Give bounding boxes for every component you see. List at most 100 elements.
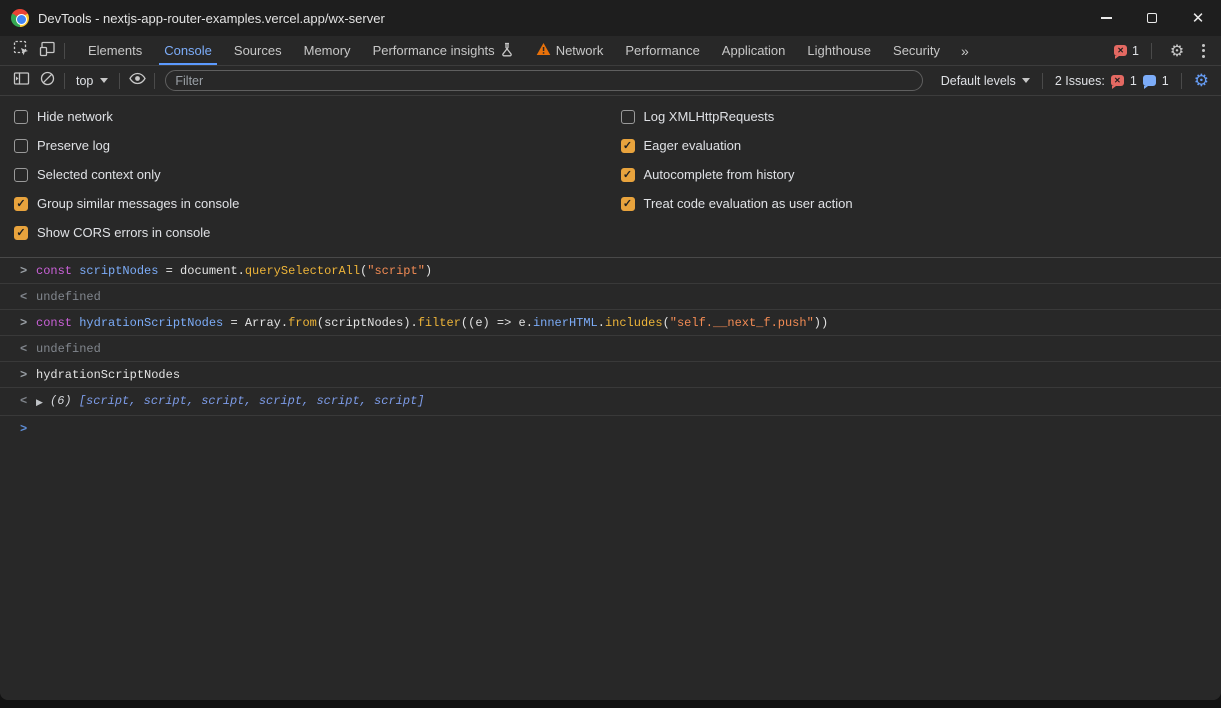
console-command: const hydrationScriptNodes = Array.from(… <box>36 315 828 331</box>
javascript-context-selector[interactable]: top <box>69 74 115 88</box>
setting-label: Autocomplete from history <box>644 167 795 182</box>
input-chevron-icon: > <box>20 263 36 279</box>
setting-label: Preserve log <box>37 138 110 153</box>
setting-selected-context-only[interactable]: Selected context only <box>14 160 611 189</box>
divider <box>119 73 120 89</box>
checkbox-unchecked-icon[interactable] <box>14 139 28 153</box>
tab-elements[interactable]: Elements <box>77 36 153 65</box>
setting-show-cors-errors-in-console[interactable]: ✓Show CORS errors in console <box>14 218 611 247</box>
console-input-row: >hydrationScriptNodes <box>0 362 1221 388</box>
console-toolbar: top Default levels 2 Issues: ✕ 1 1 ⚙ <box>0 66 1221 96</box>
console-input-row: >const scriptNodes = document.querySelec… <box>0 258 1221 284</box>
result-arrow-icon: < <box>20 393 36 409</box>
device-toolbar-icon <box>39 40 56 62</box>
console-settings-button[interactable]: ⚙ <box>1186 71 1213 91</box>
input-chevron-icon: > <box>20 315 36 331</box>
console-messages[interactable]: >const scriptNodes = document.querySelec… <box>0 258 1221 700</box>
settings-column-right: Log XMLHttpRequests ✓ Eager evaluation ✓ Aut… <box>611 102 1221 247</box>
checkbox-checked-icon[interactable]: ✓ <box>14 226 28 240</box>
setting-label: Treat code evaluation as user action <box>644 196 853 211</box>
filter-input[interactable] <box>165 70 922 91</box>
tab-label: Sources <box>234 43 282 58</box>
settings-column-left: Hide network Preserve log Selected context… <box>0 102 611 247</box>
tab-performance[interactable]: Performance <box>614 36 710 65</box>
clear-console-icon <box>39 70 56 92</box>
levels-label: Default levels <box>941 74 1016 88</box>
setting-label: Selected context only <box>37 167 161 182</box>
divider <box>154 73 155 89</box>
issues-error-count: 1 <box>1130 74 1137 88</box>
checkbox-checked-icon[interactable]: ✓ <box>621 139 635 153</box>
window-title: DevTools - nextjs-app-router-examples.ve… <box>38 11 385 26</box>
customize-devtools-button[interactable] <box>1198 44 1215 58</box>
console-sidebar-toggle-button[interactable] <box>8 68 34 94</box>
checkbox-unchecked-icon[interactable] <box>621 110 635 124</box>
console-prompt-row[interactable]: > <box>0 416 1221 441</box>
panel-tabs: Elements Console Sources Memory Performance … <box>77 36 951 65</box>
console-result-expandable-row: <▶(6) [script, script, script, script, s… <box>0 388 1221 416</box>
issues-message-count: 1 <box>1162 74 1169 88</box>
maximize-button[interactable] <box>1129 0 1175 36</box>
tab-network[interactable]: Network <box>525 36 615 65</box>
tab-label: Lighthouse <box>807 43 871 58</box>
checkbox-unchecked-icon[interactable] <box>14 168 28 182</box>
setting-log-xmlhttprequests[interactable]: Log XMLHttpRequests <box>621 102 1221 131</box>
clear-console-button[interactable] <box>34 68 60 94</box>
gear-icon: ⚙ <box>1170 43 1184 59</box>
console-settings-panel: Hide network Preserve log Selected context… <box>0 96 1221 258</box>
settings-button[interactable]: ⚙ <box>1164 38 1190 64</box>
issues-summary[interactable]: 2 Issues: ✕ 1 1 <box>1047 74 1177 88</box>
tab-label: Memory <box>304 43 351 58</box>
setting-label: Hide network <box>37 109 113 124</box>
panel-tabbar: Elements Console Sources Memory Performance … <box>0 36 1221 66</box>
sidebar-panel-icon <box>13 70 30 92</box>
tab-label: Application <box>722 43 786 58</box>
tab-console[interactable]: Console <box>153 36 223 65</box>
tab-label: Elements <box>88 43 142 58</box>
result-arrow-icon: < <box>20 289 36 305</box>
device-toolbar-button[interactable] <box>34 38 60 64</box>
setting-group-similar-messages-in-console[interactable]: ✓ Group similar messages in console <box>14 189 611 218</box>
tab-lighthouse[interactable]: Lighthouse <box>796 36 882 65</box>
create-live-expression-button[interactable] <box>124 68 150 94</box>
chrome-logo-icon <box>11 9 29 27</box>
setting-autocomplete-from-history[interactable]: ✓ Autocomplete from history <box>621 160 1221 189</box>
setting-preserve-log[interactable]: Preserve log <box>14 131 611 160</box>
tab-sources[interactable]: Sources <box>223 36 293 65</box>
inspect-cursor-icon <box>13 40 30 62</box>
tab-label: Console <box>164 43 212 58</box>
checkbox-unchecked-icon[interactable] <box>14 110 28 124</box>
log-levels-dropdown[interactable]: Default levels <box>933 74 1038 88</box>
tab-security[interactable]: Security <box>882 36 951 65</box>
minimize-button[interactable] <box>1083 0 1129 36</box>
tab-application[interactable]: Application <box>711 36 797 65</box>
console-result-value: undefined <box>36 289 101 305</box>
issues-counter[interactable]: ✕ 1 <box>1114 44 1139 58</box>
setting-treat-code-evaluation-as-user-action[interactable]: ✓ Treat code evaluation as user action <box>621 189 1221 218</box>
close-button[interactable]: ✕ <box>1175 0 1221 36</box>
setting-eager-evaluation[interactable]: ✓ Eager evaluation <box>621 131 1221 160</box>
titlebar: DevTools - nextjs-app-router-examples.ve… <box>0 0 1221 36</box>
flask-icon <box>500 42 514 60</box>
expand-triangle-icon[interactable]: ▶ <box>36 393 50 411</box>
tab-performance-insights[interactable]: Performance insights <box>362 36 525 65</box>
checkbox-checked-icon[interactable]: ✓ <box>621 197 635 211</box>
setting-hide-network[interactable]: Hide network <box>14 102 611 131</box>
issues-error-icon: ✕ <box>1114 45 1127 56</box>
issues-label: 2 Issues: <box>1055 74 1105 88</box>
more-panels-button[interactable]: » <box>951 36 980 65</box>
setting-label: Eager evaluation <box>644 138 742 153</box>
checkbox-checked-icon[interactable]: ✓ <box>621 168 635 182</box>
divider <box>1181 73 1182 89</box>
result-arrow-icon: < <box>20 341 36 357</box>
maximize-icon <box>1147 13 1157 23</box>
inspect-element-button[interactable] <box>8 38 34 64</box>
console-command: const scriptNodes = document.querySelect… <box>36 263 432 279</box>
issues-error-icon: ✕ <box>1111 75 1124 86</box>
divider <box>64 43 65 59</box>
setting-label: Group similar messages in console <box>37 196 239 211</box>
checkbox-checked-icon[interactable]: ✓ <box>14 197 28 211</box>
divider <box>1042 73 1043 89</box>
tab-memory[interactable]: Memory <box>293 36 362 65</box>
tab-label: Security <box>893 43 940 58</box>
